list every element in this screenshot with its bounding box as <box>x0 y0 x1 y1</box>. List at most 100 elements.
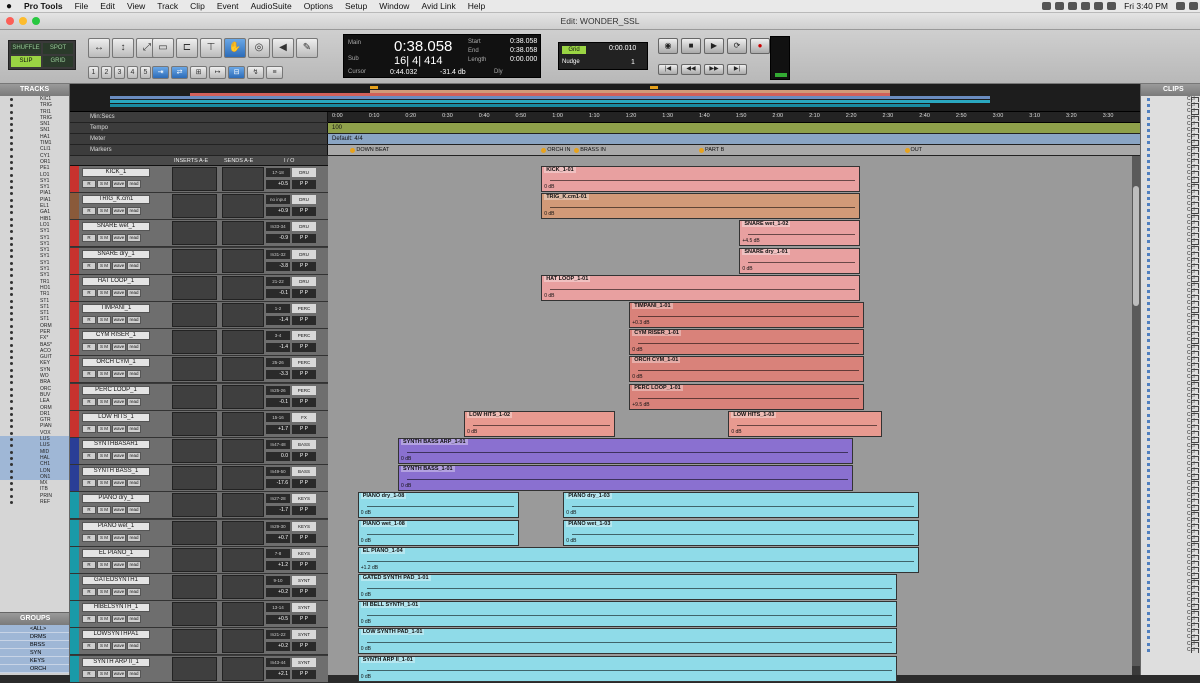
trim-tool-icon[interactable]: ⊏ <box>176 38 198 58</box>
track-header[interactable]: TRIG_K.cm1 R S M wave read no input DRU … <box>70 193 328 221</box>
insert-slots[interactable] <box>172 547 217 572</box>
solo-mute-button[interactable]: S M <box>97 343 111 352</box>
track-name[interactable]: HIBELSYNTH_1 <box>82 603 150 613</box>
menu-help[interactable]: Help <box>462 1 491 11</box>
send-slots[interactable] <box>222 439 264 463</box>
track-list-item[interactable]: REF <box>0 499 69 505</box>
track-pan[interactable]: P P <box>292 642 316 652</box>
audio-clip[interactable]: PIANO dry_1-08 0 dB <box>357 492 520 519</box>
clip-gain[interactable]: 0 dB <box>361 538 371 544</box>
audio-clip[interactable]: PIANO wet_1-08 0 dB <box>357 519 520 546</box>
track-name[interactable]: EL PIANO_1 <box>82 548 150 558</box>
tab-to-transient-icon[interactable]: ⇥ <box>152 66 169 79</box>
track-input[interactable]: In31-32 <box>266 249 290 259</box>
clip-gain[interactable]: 0 dB <box>544 293 554 299</box>
track-volume[interactable]: -0.1 <box>266 397 290 407</box>
insert-slots[interactable] <box>172 330 217 355</box>
track-output[interactable]: KEYS <box>292 521 316 531</box>
group-item[interactable]: SYN <box>0 649 69 657</box>
menu-event[interactable]: Event <box>211 1 245 11</box>
track-header[interactable]: KICK_1 R S M wave read 17-18 DRU +0.5 P … <box>70 166 328 193</box>
view-selector[interactable]: wave <box>112 479 126 488</box>
insert-slots[interactable] <box>172 384 217 409</box>
track-header[interactable]: ORCH CYM_1 R S M wave read 25-26 PERC -3… <box>70 356 328 384</box>
track-volume[interactable]: -0.9 <box>266 234 290 244</box>
track-volume[interactable]: -1.4 <box>266 343 290 353</box>
track-output[interactable]: DRU <box>292 168 316 177</box>
track-pan[interactable]: P P <box>292 234 316 244</box>
stop-icon[interactable]: ■ <box>681 38 701 54</box>
audio-clip[interactable]: SYNTH ARP II_1-01 0 dB <box>357 655 898 682</box>
track-header[interactable]: EL PIANO_1 R S M wave read 7-8 KEYS +1.2… <box>70 546 328 574</box>
solo-mute-button[interactable]: S M <box>97 288 111 297</box>
tracks-panel-title[interactable]: TRACKS <box>0 84 69 96</box>
track-header[interactable]: SYNTH ARP II_1 R S M wave read In43-44 S… <box>70 655 328 683</box>
track-output[interactable]: DRU <box>292 249 316 259</box>
track-pan[interactable]: P P <box>292 533 316 543</box>
track-name[interactable]: SNARE wet_1 <box>82 222 150 232</box>
minsecs-ruler[interactable]: 0:00 0:10 0:20 0:30 0:40 0:50 1:00 1:10 1:20 1:30… <box>328 112 1140 123</box>
track-name[interactable]: LOWSYNTHPA1 <box>82 630 150 640</box>
record-arm-button[interactable]: R <box>82 615 96 624</box>
automation-mode[interactable]: read <box>127 588 141 596</box>
main-counter-value[interactable]: 0:38.058 <box>394 38 452 55</box>
record-arm-button[interactable]: R <box>82 316 96 324</box>
record-arm-button[interactable]: R <box>82 479 96 488</box>
track-pan[interactable]: P P <box>292 288 316 298</box>
track-input[interactable]: 3-4 <box>266 331 290 341</box>
track-input[interactable]: no input <box>266 195 290 205</box>
clip-gain[interactable]: 0 dB <box>566 538 576 544</box>
track-input[interactable]: 21-22 <box>266 276 290 286</box>
track-input[interactable]: In29-30 <box>266 521 290 531</box>
send-slots[interactable] <box>222 493 264 518</box>
view-selector[interactable]: wave <box>112 588 126 596</box>
audio-clip[interactable]: ORCH CYM_1-01 0 dB <box>629 356 865 383</box>
track-volume[interactable]: -3.8 <box>266 261 290 271</box>
track-volume[interactable]: +0.5 <box>266 615 290 625</box>
solo-mute-button[interactable]: S M <box>97 533 111 542</box>
track-name[interactable]: TRIG_K.cm1 <box>82 195 150 205</box>
link-timeline-icon[interactable]: ⇄ <box>171 66 188 79</box>
menu-view[interactable]: View <box>121 1 151 11</box>
track-volume[interactable]: -3.3 <box>266 370 290 380</box>
send-slots[interactable] <box>222 602 264 627</box>
send-slots[interactable] <box>222 275 264 300</box>
send-slots[interactable] <box>222 248 264 273</box>
solo-mute-button[interactable]: S M <box>97 642 111 651</box>
track-name[interactable]: SYNTH BASS_1 <box>82 467 150 477</box>
automation-mode[interactable]: read <box>127 370 141 379</box>
menubar-clock[interactable]: Fri 3:40 PM <box>1118 1 1174 11</box>
track-pan[interactable]: P P <box>292 343 316 353</box>
record-arm-button[interactable]: R <box>82 588 96 596</box>
clips-panel-title[interactable]: CLIPS <box>1141 84 1200 96</box>
view-selector[interactable]: wave <box>112 424 126 433</box>
scrollbar-thumb[interactable] <box>1133 186 1139 306</box>
automation-mode[interactable]: read <box>127 397 141 406</box>
automation-mode[interactable]: read <box>127 615 141 624</box>
clip-gain[interactable]: 0 dB <box>467 429 477 435</box>
track-output[interactable]: BASS <box>292 440 316 449</box>
audio-clip[interactable]: LOW HITS_1-02 0 dB <box>464 410 615 437</box>
track-pan[interactable]: P P <box>292 452 316 461</box>
track-pan[interactable]: P P <box>292 316 316 325</box>
menu-window[interactable]: Window <box>373 1 415 11</box>
record-arm-button[interactable]: R <box>82 424 96 433</box>
solo-mute-button[interactable]: S M <box>97 560 111 569</box>
solo-mute-button[interactable]: S M <box>97 615 111 624</box>
track-header[interactable]: SYNTH BASS_1 R S M wave read In49-50 BAS… <box>70 465 328 493</box>
track-name[interactable]: CYM RISER_1 <box>82 331 150 341</box>
solo-mute-button[interactable]: S M <box>97 207 111 216</box>
send-slots[interactable] <box>222 357 264 382</box>
track-input[interactable]: In21-22 <box>266 630 290 640</box>
marker[interactable]: PART B <box>699 145 724 156</box>
audio-clip[interactable]: PIANO dry_1-03 0 dB <box>563 492 920 519</box>
audio-clip[interactable]: SNARE wet_1-02 +4.5 dB <box>739 220 861 247</box>
track-volume[interactable]: 0.0 <box>266 452 290 461</box>
track-input[interactable]: 25-26 <box>266 358 290 368</box>
insert-slots[interactable] <box>172 194 217 219</box>
track-name[interactable]: SYNTHBASAR1 <box>82 440 150 449</box>
view-selector[interactable]: wave <box>112 642 126 651</box>
app-menu[interactable]: Pro Tools <box>18 1 69 11</box>
return-to-zero-icon[interactable]: |◀ <box>658 64 678 75</box>
track-output[interactable]: FX <box>292 412 316 422</box>
